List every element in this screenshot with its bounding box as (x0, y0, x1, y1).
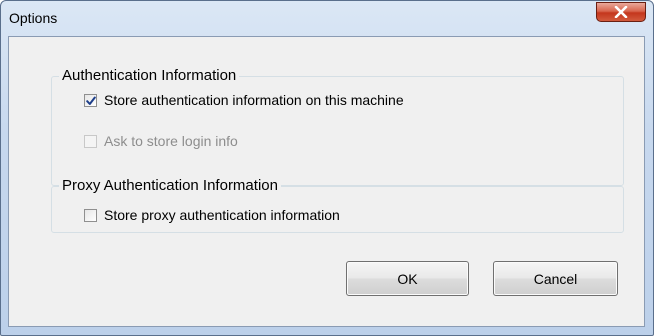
close-icon (614, 6, 628, 18)
store-proxy-label: Store proxy authentication information (104, 207, 340, 223)
authentication-group: Authentication Information Store authent… (51, 67, 624, 186)
checkmark-icon (86, 96, 96, 105)
store-proxy-checkbox-row[interactable]: Store proxy authentication information (84, 207, 340, 223)
ask-store-checkbox (84, 134, 97, 148)
cancel-button[interactable]: Cancel (493, 261, 618, 296)
store-auth-checkbox-row[interactable]: Store authentication information on this… (84, 92, 404, 108)
window-title: Options (9, 10, 58, 26)
dialog-body: Authentication Information Store authent… (8, 36, 645, 327)
ok-button[interactable]: OK (346, 261, 469, 296)
store-proxy-checkbox[interactable] (84, 208, 97, 222)
proxy-group-legend: Proxy Authentication Information (59, 177, 281, 194)
store-auth-label: Store authentication information on this… (104, 92, 404, 108)
ask-store-label: Ask to store login info (104, 133, 238, 149)
proxy-authentication-group: Proxy Authentication Information Store p… (51, 177, 624, 233)
ask-store-checkbox-row: Ask to store login info (84, 133, 238, 149)
title-bar[interactable]: Options (1, 1, 653, 35)
authentication-group-legend: Authentication Information (59, 67, 240, 84)
close-button[interactable] (596, 2, 646, 22)
options-dialog: Options Authentication Information Store… (0, 0, 654, 336)
store-auth-checkbox[interactable] (84, 93, 97, 107)
